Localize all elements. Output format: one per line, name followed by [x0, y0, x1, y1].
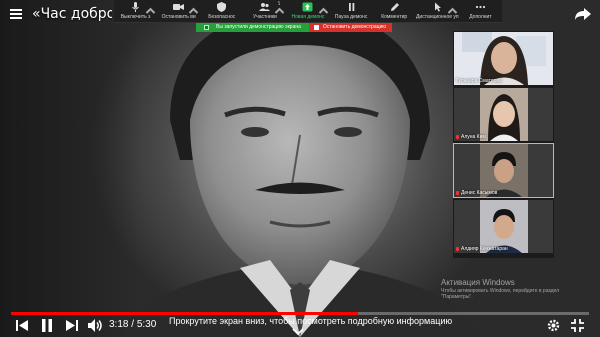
video-progress-fill — [11, 312, 358, 315]
participant-name: Гульнара Сматлова — [456, 78, 502, 84]
remote-control-button[interactable]: Дистанционное уп — [416, 0, 459, 22]
muted-microphone-icon — [456, 247, 459, 251]
video-time: 3:18 / 5:30 — [109, 319, 157, 330]
participant-name: Денис Касымов — [456, 190, 497, 196]
participant-name: Алуна Ким — [456, 134, 486, 140]
gear-icon[interactable] — [547, 319, 560, 332]
stop-video-button[interactable]: Остановить ви — [157, 0, 200, 22]
new-share-button[interactable]: Новая демонс — [286, 0, 329, 22]
participant-tile-active-speaker[interactable]: Денис Касымов — [453, 143, 554, 198]
remote-control-icon — [434, 2, 441, 12]
pause-share-button[interactable]: Пауза демонс — [330, 0, 373, 22]
next-icon[interactable] — [66, 320, 78, 331]
share-screen-icon — [302, 2, 313, 12]
security-label: Безопаснос — [208, 14, 236, 20]
participant-name: Алдияр Кенжатаран — [456, 246, 508, 252]
stop-share-button[interactable]: Остановить демонстрацию — [308, 23, 393, 32]
security-button[interactable]: Безопаснос — [200, 0, 243, 22]
sharing-status: Вы запустили демонстрацию экрана — [196, 23, 309, 32]
video-controls: 3:18 / 5:30 Прокрутите экран вниз, чтобы… — [0, 316, 600, 337]
pause-icon — [348, 3, 354, 11]
participant-tile[interactable]: Гульнара Сматлова — [454, 32, 553, 85]
more-button[interactable]: Дополнит — [459, 0, 502, 22]
chevron-down-icon[interactable] — [292, 328, 304, 335]
participant-tile[interactable]: Алуна Ким — [454, 88, 553, 141]
watermark-title: Активация Windows — [441, 278, 515, 287]
pause-share-label: Пауза демонс — [334, 14, 368, 20]
chevron-up-icon[interactable] — [145, 6, 156, 16]
screen-share-status-bar: Вы запустили демонстрацию экрана Останов… — [196, 23, 393, 32]
muted-microphone-icon — [456, 135, 459, 139]
chevron-up-icon[interactable] — [274, 6, 285, 16]
chevron-up-icon[interactable] — [447, 6, 458, 16]
pencil-icon — [390, 3, 399, 11]
video-title[interactable]: «Час добропор — [32, 6, 112, 22]
muted-microphone-icon — [456, 191, 459, 195]
participants-label: Участники — [252, 14, 277, 20]
share-arrow-icon[interactable] — [575, 8, 591, 20]
more-label: Дополнит — [469, 14, 492, 20]
video-camera-icon — [173, 4, 185, 10]
participants-icon — [259, 3, 271, 11]
participants-button[interactable]: 5 Участники — [243, 0, 286, 22]
participant-tile[interactable]: Алдияр Кенжатаран — [454, 200, 553, 253]
chevron-up-icon[interactable] — [188, 6, 199, 16]
annotate-label: Комментир — [381, 14, 408, 20]
video-frame[interactable]: «Час добропор Выключить з Остановить ви … — [0, 0, 600, 337]
microphone-icon — [132, 2, 139, 12]
windows-activation-watermark: Активация Windows Чтобы активировать Win… — [441, 278, 591, 300]
pause-icon[interactable] — [41, 319, 53, 332]
mute-button[interactable]: Выключить з — [114, 0, 157, 22]
exit-fullscreen-icon[interactable] — [571, 319, 584, 332]
video-progress-bar[interactable] — [11, 312, 589, 315]
playlist-menu-icon[interactable] — [10, 9, 22, 19]
chevron-up-icon[interactable] — [318, 6, 329, 16]
more-icon — [475, 5, 486, 9]
shield-icon — [217, 2, 227, 12]
scroll-hint[interactable]: Прокрутите экран вниз, чтобы посмотреть … — [169, 316, 452, 326]
watermark-text: Чтобы активировать Windows, перейдите в … — [441, 288, 560, 300]
annotate-button[interactable]: Комментир — [373, 0, 416, 22]
participant-gallery: Гульнара Сматлова Алуна Ким Денис Касымо… — [453, 31, 554, 258]
volume-icon[interactable] — [88, 319, 103, 332]
zoom-meeting-toolbar: Выключить з Остановить ви Безопаснос 5 У… — [114, 0, 502, 23]
previous-icon[interactable] — [16, 320, 28, 331]
